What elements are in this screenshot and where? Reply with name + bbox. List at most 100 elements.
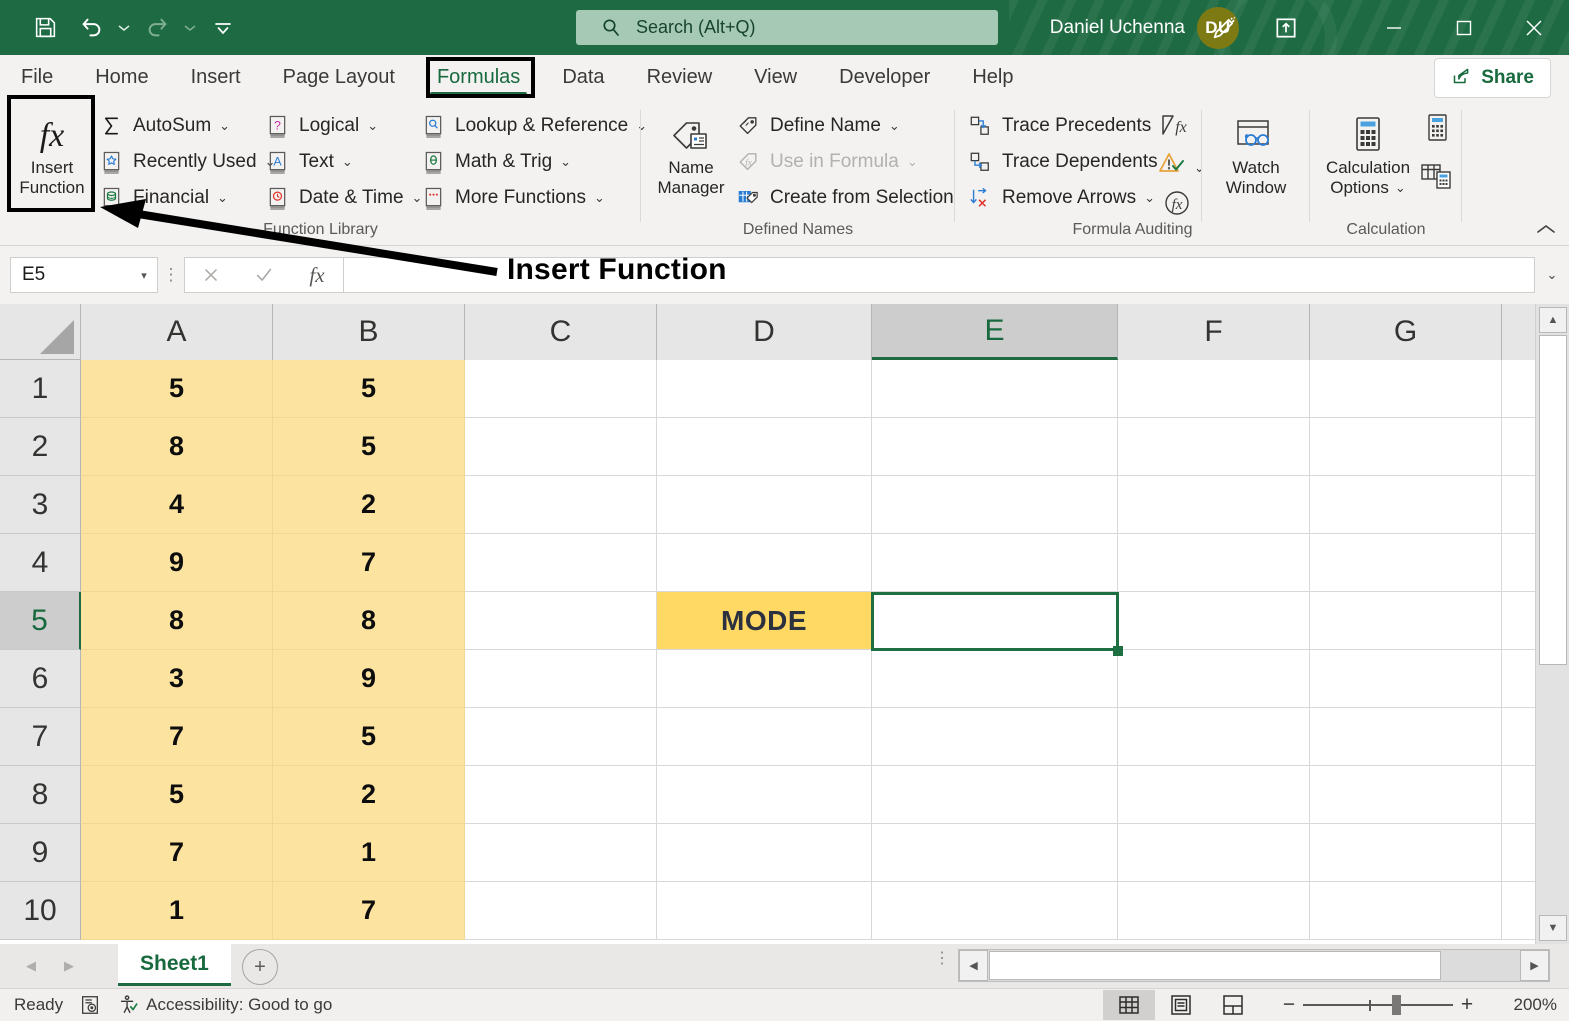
cell-F4[interactable]	[1118, 534, 1310, 592]
cell-A3[interactable]: 4	[81, 476, 273, 534]
cell-E8[interactable]	[872, 766, 1118, 824]
add-sheet-icon[interactable]: +	[242, 949, 278, 985]
collapse-ribbon-icon[interactable]	[1535, 221, 1557, 241]
cell-D3[interactable]	[657, 476, 872, 534]
cell-F1[interactable]	[1118, 360, 1310, 418]
cell-G5[interactable]	[1310, 592, 1502, 650]
financial-button[interactable]: Financial ⌄	[96, 180, 228, 216]
cell-C7[interactable]	[465, 708, 657, 766]
cell-C8[interactable]	[465, 766, 657, 824]
chevron-down-icon[interactable]: ⌄	[219, 118, 230, 134]
save-icon[interactable]	[22, 8, 68, 48]
horizontal-scrollbar[interactable]: ◀ ▶	[958, 949, 1550, 982]
logical-button[interactable]: ? Logical ⌄	[262, 108, 378, 144]
cell-H1-partial[interactable]	[1502, 360, 1535, 418]
cell-B4[interactable]: 7	[273, 534, 465, 592]
autosum-button[interactable]: AutoSum ⌄	[96, 108, 230, 144]
row-header-7[interactable]: 7	[0, 708, 81, 766]
cell-E7[interactable]	[872, 708, 1118, 766]
pen-draw-icon[interactable]	[1193, 0, 1255, 55]
cell-F9[interactable]	[1118, 824, 1310, 882]
column-header-G[interactable]: G	[1310, 304, 1502, 360]
trace-precedents-button[interactable]: Trace Precedents	[965, 108, 1151, 144]
column-header-E[interactable]: E	[872, 304, 1118, 360]
cell-C6[interactable]	[465, 650, 657, 708]
cell-A10[interactable]: 1	[81, 882, 273, 940]
row-header-8[interactable]: 8	[0, 766, 81, 824]
cell-B6[interactable]: 9	[273, 650, 465, 708]
cell-E1[interactable]	[872, 360, 1118, 418]
cell-A9[interactable]: 7	[81, 824, 273, 882]
ribbon-display-options-icon[interactable]	[1255, 0, 1317, 55]
cell-A4[interactable]: 9	[81, 534, 273, 592]
watch-window-button[interactable]: Watch Window	[1210, 106, 1302, 198]
cell-E4[interactable]	[872, 534, 1118, 592]
cell-D5-mode-label[interactable]: MODE	[657, 592, 872, 650]
cell-F7[interactable]	[1118, 708, 1310, 766]
cell-C2[interactable]	[465, 418, 657, 476]
zoom-out-button[interactable]: −	[1275, 993, 1303, 1017]
close-button[interactable]	[1499, 0, 1569, 55]
cell-G7[interactable]	[1310, 708, 1502, 766]
cell-E6[interactable]	[872, 650, 1118, 708]
zoom-slider-thumb[interactable]	[1392, 995, 1401, 1015]
expand-formula-bar-icon[interactable]: ⌄	[1535, 267, 1569, 283]
tab-view[interactable]: View	[733, 55, 818, 100]
column-header-partial[interactable]	[1502, 304, 1535, 360]
remove-arrows-button[interactable]: Remove Arrows ⌄	[965, 180, 1155, 216]
cell-H3-partial[interactable]	[1502, 476, 1535, 534]
cell-H10-partial[interactable]	[1502, 882, 1535, 940]
calculation-options-button[interactable]: Calculation Options ⌄	[1314, 106, 1422, 198]
name-manager-button[interactable]: Name Manager	[649, 106, 733, 198]
insert-function-button[interactable]: fx Insert Function	[12, 106, 92, 198]
cell-H4-partial[interactable]	[1502, 534, 1535, 592]
cell-B3[interactable]: 2	[273, 476, 465, 534]
cell-H8-partial[interactable]	[1502, 766, 1535, 824]
cell-B7[interactable]: 5	[273, 708, 465, 766]
cell-B5[interactable]: 8	[273, 592, 465, 650]
cell-F8[interactable]	[1118, 766, 1310, 824]
tab-help[interactable]: Help	[951, 55, 1034, 100]
calculate-now-button[interactable]	[1422, 112, 1452, 149]
formula-input[interactable]	[344, 257, 1535, 293]
cell-C4[interactable]	[465, 534, 657, 592]
tab-developer[interactable]: Developer	[818, 55, 951, 100]
cell-D4[interactable]	[657, 534, 872, 592]
fill-handle[interactable]	[1113, 646, 1123, 656]
zoom-slider[interactable]	[1303, 995, 1453, 1015]
tab-file[interactable]: File	[0, 55, 74, 100]
chevron-down-icon[interactable]: ⌄	[367, 118, 378, 134]
column-header-C[interactable]: C	[465, 304, 657, 360]
cell-D9[interactable]	[657, 824, 872, 882]
cell-H9-partial[interactable]	[1502, 824, 1535, 882]
chevron-down-icon[interactable]: ⌄	[1194, 160, 1205, 176]
accessibility-status[interactable]: Accessibility: Good to go	[117, 994, 332, 1016]
cell-C10[interactable]	[465, 882, 657, 940]
redo-dropdown-icon[interactable]	[180, 8, 200, 48]
evaluate-formula-button[interactable]: fx	[1161, 188, 1193, 223]
cell-G9[interactable]	[1310, 824, 1502, 882]
cell-B8[interactable]: 2	[273, 766, 465, 824]
cell-E9[interactable]	[872, 824, 1118, 882]
row-header-6[interactable]: 6	[0, 650, 81, 708]
scroll-up-icon[interactable]: ▲	[1539, 307, 1567, 333]
row-header-3[interactable]: 3	[0, 476, 81, 534]
cell-A8[interactable]: 5	[81, 766, 273, 824]
cell-H2-partial[interactable]	[1502, 418, 1535, 476]
row-header-1[interactable]: 1	[0, 360, 81, 418]
cell-B1[interactable]: 5	[273, 360, 465, 418]
customize-quick-access-icon[interactable]	[200, 8, 246, 48]
scroll-left-icon[interactable]: ◀	[959, 950, 988, 981]
cell-A2[interactable]: 8	[81, 418, 273, 476]
row-header-9[interactable]: 9	[0, 824, 81, 882]
text-function-button[interactable]: A Text ⌄	[262, 144, 353, 180]
cell-D8[interactable]	[657, 766, 872, 824]
tab-page-layout[interactable]: Page Layout	[262, 55, 416, 100]
tab-home[interactable]: Home	[74, 55, 169, 100]
cell-G4[interactable]	[1310, 534, 1502, 592]
cell-F5[interactable]	[1118, 592, 1310, 650]
chevron-down-icon[interactable]: ▾	[131, 269, 157, 282]
cell-E10[interactable]	[872, 882, 1118, 940]
create-from-selection-button[interactable]: Create from Selection	[733, 180, 954, 216]
tab-data[interactable]: Data	[541, 55, 625, 100]
